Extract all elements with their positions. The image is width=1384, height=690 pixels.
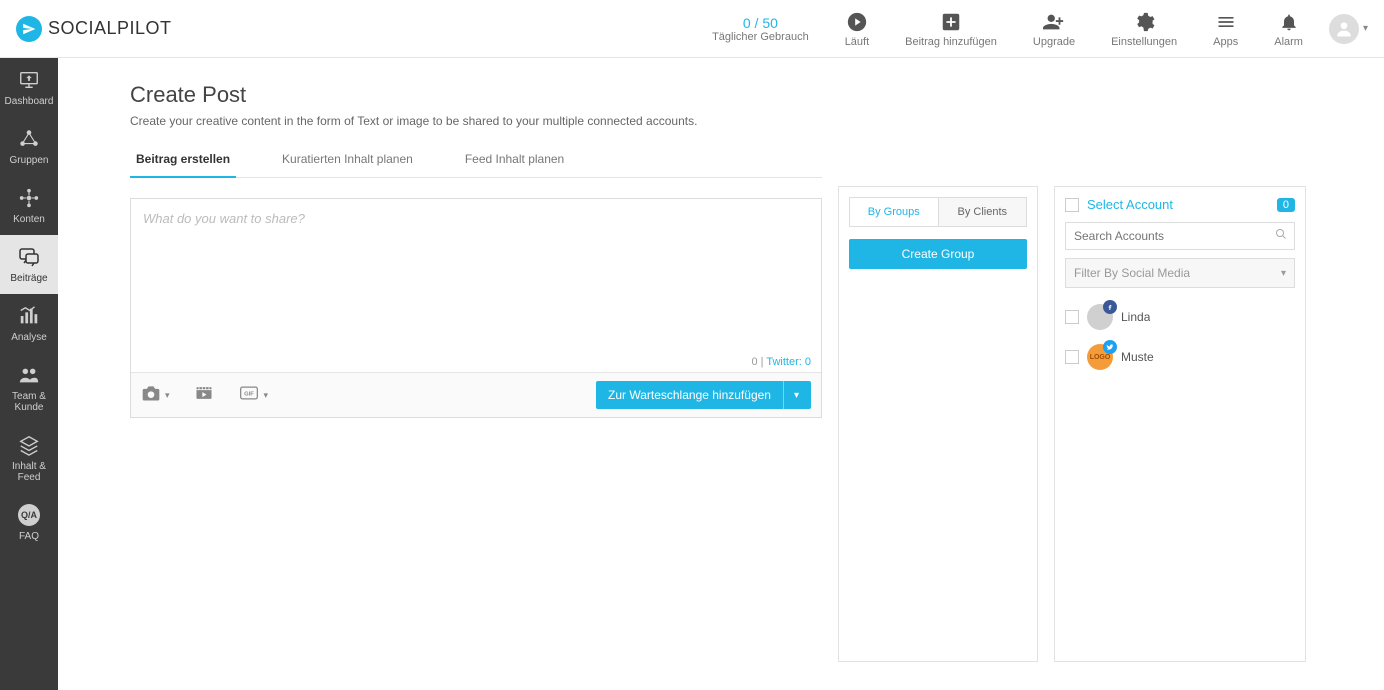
chevron-down-icon: ▾ bbox=[264, 390, 269, 401]
settings-button[interactable]: Einstellungen bbox=[1093, 10, 1195, 48]
usage-count: 0 / 50 bbox=[743, 15, 778, 31]
group-tabs: By Groups By Clients bbox=[849, 197, 1027, 227]
svg-text:GIF: GIF bbox=[244, 391, 254, 397]
chevron-down-icon: ▾ bbox=[165, 390, 170, 401]
checkbox-icon bbox=[1065, 198, 1079, 212]
avatar-icon: LOGO bbox=[1087, 344, 1113, 370]
char-counter: 0 | Twitter: 0 bbox=[131, 352, 821, 372]
sidebar-item-dashboard[interactable]: Dashboard bbox=[0, 58, 58, 117]
sidebar-item-analyse[interactable]: Analyse bbox=[0, 294, 58, 353]
tab-create-post[interactable]: Beitrag erstellen bbox=[130, 152, 236, 178]
tab-by-clients[interactable]: By Clients bbox=[939, 198, 1027, 226]
sidebar-item-content[interactable]: Inhalt & Feed bbox=[0, 423, 58, 493]
film-icon bbox=[194, 383, 214, 408]
account-name: Linda bbox=[1121, 310, 1150, 324]
tab-by-groups[interactable]: By Groups bbox=[850, 198, 939, 226]
twitter-counter: Twitter: 0 bbox=[766, 356, 811, 368]
page-title: Create Post bbox=[130, 82, 822, 108]
apps-button[interactable]: Apps bbox=[1195, 10, 1256, 48]
user-menu[interactable]: ▾ bbox=[1329, 14, 1368, 44]
play-circle-icon bbox=[846, 10, 868, 34]
gear-icon bbox=[1133, 10, 1155, 34]
avatar-icon bbox=[1087, 304, 1113, 330]
running-button[interactable]: Läuft bbox=[827, 10, 887, 48]
search-icon bbox=[1275, 228, 1287, 243]
sidebar: Dashboard Gruppen Konten Beiträge Analys… bbox=[0, 58, 58, 690]
chat-icon bbox=[17, 245, 41, 269]
plus-square-icon bbox=[940, 10, 962, 34]
account-name: Muste bbox=[1121, 350, 1154, 364]
post-textarea[interactable] bbox=[131, 199, 821, 347]
camera-icon bbox=[141, 383, 161, 408]
post-composer: 0 | Twitter: 0 ▾ GIF ▾ Zur Warteschlange… bbox=[130, 198, 822, 418]
account-row[interactable]: LOGO Muste bbox=[1065, 344, 1295, 370]
sidebar-item-team[interactable]: Team & Kunde bbox=[0, 353, 58, 423]
layers-icon bbox=[18, 433, 40, 457]
add-photo-button[interactable]: ▾ bbox=[141, 383, 170, 408]
sidebar-item-posts[interactable]: Beiträge bbox=[0, 235, 58, 294]
composer-toolbar: ▾ GIF ▾ Zur Warteschlange hinzufügen ▾ bbox=[131, 372, 821, 417]
main-content: Create Post Create your creative content… bbox=[58, 58, 1384, 690]
twitter-badge-icon bbox=[1103, 340, 1117, 354]
checkbox-icon bbox=[1065, 350, 1079, 364]
daily-usage[interactable]: 0 / 50 Täglicher Gebrauch bbox=[694, 15, 827, 43]
facebook-badge-icon bbox=[1103, 300, 1117, 314]
gif-icon: GIF bbox=[238, 383, 260, 408]
bell-icon bbox=[1279, 10, 1299, 34]
content-tabs: Beitrag erstellen Kuratierten Inhalt pla… bbox=[130, 152, 822, 178]
caret-down-icon: ▾ bbox=[1363, 23, 1368, 34]
tab-curated[interactable]: Kuratierten Inhalt planen bbox=[276, 152, 419, 178]
bar-chart-icon bbox=[18, 304, 40, 328]
header: SOCIALPILOT 0 / 50 Täglicher Gebrauch Lä… bbox=[0, 0, 1384, 58]
people-icon bbox=[18, 363, 40, 387]
accounts-panel: Select Account 0 Filter By Social Media … bbox=[1054, 186, 1306, 662]
selected-count-badge: 0 bbox=[1277, 198, 1295, 212]
tab-feed[interactable]: Feed Inhalt planen bbox=[459, 152, 570, 178]
sidebar-item-faq[interactable]: Q/A FAQ bbox=[0, 493, 58, 552]
sidebar-item-groups[interactable]: Gruppen bbox=[0, 117, 58, 176]
qa-circle-icon: Q/A bbox=[18, 503, 40, 527]
add-gif-button[interactable]: GIF ▾ bbox=[238, 383, 269, 408]
usage-label: Täglicher Gebrauch bbox=[712, 31, 809, 43]
account-row[interactable]: Linda bbox=[1065, 304, 1295, 330]
caret-down-icon: ▾ bbox=[784, 390, 799, 401]
brand-logo[interactable]: SOCIALPILOT bbox=[16, 16, 172, 42]
checkbox-icon bbox=[1065, 310, 1079, 324]
brand-name: SOCIALPILOT bbox=[48, 18, 172, 39]
avatar-icon bbox=[1329, 14, 1359, 44]
share-nodes-icon bbox=[18, 186, 40, 210]
chevron-down-icon: ▾ bbox=[1281, 268, 1286, 279]
sidebar-item-accounts[interactable]: Konten bbox=[0, 176, 58, 235]
select-account-toggle[interactable]: Select Account bbox=[1065, 197, 1173, 212]
paper-plane-icon bbox=[16, 16, 42, 42]
groups-panel: By Groups By Clients Create Group bbox=[838, 186, 1038, 662]
add-post-button[interactable]: Beitrag hinzufügen bbox=[887, 10, 1015, 48]
monitor-icon bbox=[18, 68, 40, 92]
network-icon bbox=[18, 127, 40, 151]
add-to-queue-button[interactable]: Zur Warteschlange hinzufügen ▾ bbox=[596, 381, 811, 409]
user-plus-icon bbox=[1042, 10, 1066, 34]
add-video-button[interactable] bbox=[194, 383, 214, 408]
menu-icon bbox=[1216, 10, 1236, 34]
upgrade-button[interactable]: Upgrade bbox=[1015, 10, 1093, 48]
create-group-button[interactable]: Create Group bbox=[849, 239, 1027, 269]
alarm-button[interactable]: Alarm bbox=[1256, 10, 1321, 48]
search-accounts-input[interactable] bbox=[1065, 222, 1295, 250]
filter-social-media-select[interactable]: Filter By Social Media ▾ bbox=[1065, 258, 1295, 288]
page-subtitle: Create your creative content in the form… bbox=[130, 114, 822, 128]
